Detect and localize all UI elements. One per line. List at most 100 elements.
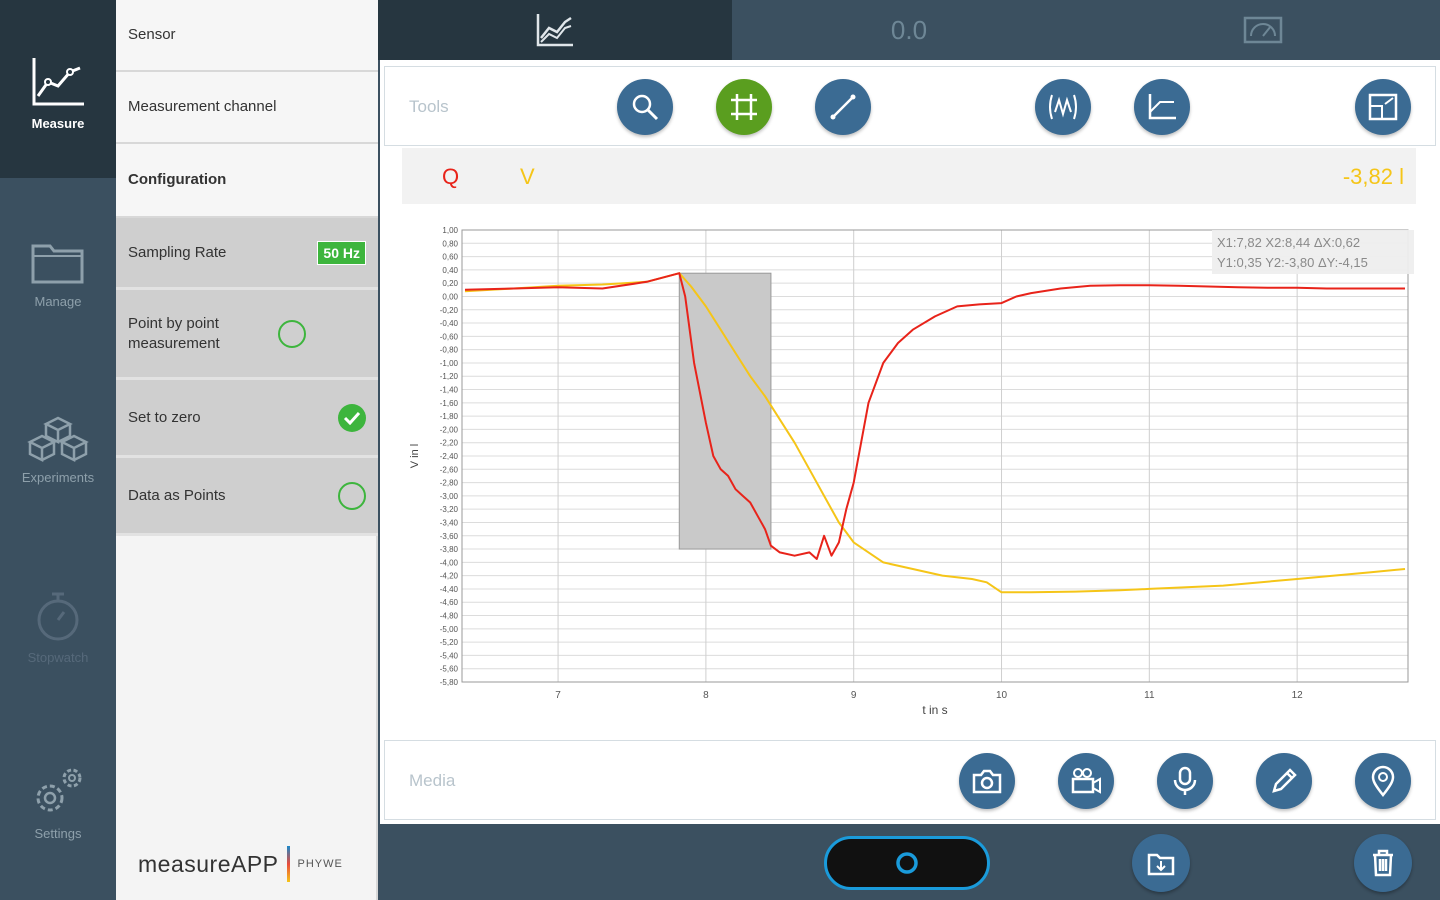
x-tick-label: 8 (703, 690, 709, 701)
note-button[interactable] (1256, 753, 1312, 809)
x-tick-label: 9 (851, 690, 857, 701)
map-pin-icon (1371, 765, 1395, 797)
y-tick-label: -0,20 (440, 306, 459, 315)
selection-region[interactable] (678, 272, 772, 550)
nav-settings[interactable]: Settings (0, 766, 116, 841)
brand-app-name: measureAPP (138, 850, 279, 877)
y-tick-label: -2,40 (440, 452, 459, 461)
data-as-points-row[interactable]: Data as Points (116, 458, 378, 536)
y-tick-label: -1,80 (440, 412, 459, 421)
sampling-rate-row[interactable]: Sampling Rate 50 Hz (116, 218, 378, 290)
nav-manage-label: Manage (34, 294, 82, 309)
y-tick-label: -4,80 (440, 612, 459, 621)
folder-import-icon (1147, 853, 1175, 876)
point-by-point-row[interactable]: Point by point measurement (116, 290, 378, 380)
y-tick-label: -3,40 (440, 518, 459, 527)
nav-measure-label: Measure (31, 116, 85, 131)
crop-icon (731, 94, 757, 120)
x-tick-label: 10 (996, 690, 1008, 701)
app-window: Measure Manage Experiments Stopwatch Set… (0, 0, 1440, 900)
y-tick-label: -4,00 (440, 558, 459, 567)
point-by-point-label: Point by point measurement (128, 314, 220, 352)
nav-experiments[interactable]: Experiments (0, 414, 116, 485)
y-tick-label: -3,00 (440, 492, 459, 501)
y-tick-label: -1,40 (440, 386, 459, 395)
y-tick-label: -5,80 (440, 678, 459, 687)
tools-bar: Tools (384, 66, 1436, 146)
data-as-points-toggle[interactable] (338, 481, 366, 510)
delete-button[interactable] (1354, 834, 1412, 892)
y-tick-label: -5,20 (440, 638, 459, 647)
y-tick-label: 0,80 (442, 239, 458, 248)
axes-icon (1148, 94, 1176, 120)
legend-q[interactable]: Q (442, 164, 459, 190)
panel-item-measurement-channel[interactable]: Measurement channel (116, 72, 378, 144)
y-axis-label: V in l (409, 444, 421, 468)
y-tick-label: 0,40 (442, 266, 458, 275)
sensor-label: Sensor (128, 26, 176, 43)
media-label: Media (409, 771, 456, 790)
series-line-v (464, 272, 1406, 594)
tab-gauge[interactable] (1086, 0, 1440, 60)
fullscreen-button[interactable] (1355, 79, 1411, 135)
selection-button[interactable] (716, 79, 772, 135)
axis-settings-button[interactable] (1134, 79, 1190, 135)
fit-line-button[interactable] (815, 79, 871, 135)
video-button[interactable] (1058, 753, 1114, 809)
data-as-points-label: Data as Points (128, 486, 226, 504)
media-bar: Media (384, 740, 1436, 820)
y-tick-label: -5,60 (440, 665, 459, 674)
point-by-point-toggle[interactable] (278, 319, 306, 348)
y-tick-label: -2,00 (440, 425, 459, 434)
y-tick-label: -5,40 (440, 651, 459, 660)
brand-logo: measureAPP PHYWE (138, 846, 343, 882)
location-button[interactable] (1355, 753, 1411, 809)
nav-measure[interactable]: Measure (0, 0, 116, 178)
pencil-icon (1272, 768, 1297, 793)
y-tick-label: -1,00 (440, 359, 459, 368)
y-tick-label: -3,80 (440, 545, 459, 554)
line-chart[interactable]: 1,00 0,80 0,60 0,40 0,20 0,00 -0,20 -0,40 -0,60 -… (380, 216, 1440, 736)
set-to-zero-label: Set to zero (128, 408, 201, 426)
y-tick-label: -4,40 (440, 585, 459, 594)
legend-v[interactable]: V (520, 164, 535, 190)
graph-view: Tools Q V -3,82 l 1,00 0,80 0,60 0,40 0,… (380, 60, 1440, 824)
y-tick-label: -2,20 (440, 439, 459, 448)
nav-stopwatch-label: Stopwatch (27, 650, 89, 665)
view-tabs: 0.0 (378, 0, 1440, 60)
nav-stopwatch[interactable]: Stopwatch (0, 590, 116, 665)
y-tick-label: 1,00 (442, 226, 458, 235)
curve-fit-button[interactable] (1035, 79, 1091, 135)
microphone-button[interactable] (1157, 753, 1213, 809)
magnifier-icon (632, 94, 659, 121)
record-button[interactable] (824, 836, 990, 890)
panel-item-configuration[interactable]: Configuration (116, 144, 378, 218)
gears-icon (36, 768, 82, 812)
y-tick-label: -1,20 (440, 372, 459, 381)
tab-value-label: 0.0 (890, 14, 928, 45)
chart-line-icon (32, 58, 84, 106)
main-nav: Measure Manage Experiments Stopwatch Set… (0, 0, 116, 900)
y-tick-label: -0,60 (440, 332, 459, 341)
tab-graph[interactable] (378, 0, 732, 60)
sampling-rate-badge[interactable]: 50 Hz (317, 240, 366, 265)
y-tick-label: -4,60 (440, 598, 459, 607)
brand-company: PHYWE (297, 858, 343, 870)
save-button[interactable] (1132, 834, 1190, 892)
trash-icon (1373, 849, 1393, 877)
set-to-zero-toggle[interactable] (338, 403, 366, 432)
tab-value[interactable]: 0.0 (732, 0, 1086, 60)
zoom-button[interactable] (617, 79, 673, 135)
nav-manage[interactable]: Manage (0, 238, 116, 309)
panel-item-sensor[interactable]: Sensor (116, 0, 378, 72)
current-value: -3,82 l (1342, 164, 1404, 189)
stopwatch-icon (37, 592, 79, 641)
config-panel: Sensor Measurement channel Configuration… (116, 0, 378, 900)
x-tick-label: 11 (1144, 690, 1155, 701)
measurement-channel-label: Measurement channel (128, 98, 277, 115)
record-icon (896, 852, 918, 874)
tools-label: Tools (409, 97, 449, 116)
camera-button[interactable] (959, 753, 1015, 809)
readout-line-2: Y1:0,35 Y2:-3,80 ΔY:-4,15 (1217, 255, 1368, 270)
set-to-zero-row[interactable]: Set to zero (116, 380, 378, 458)
